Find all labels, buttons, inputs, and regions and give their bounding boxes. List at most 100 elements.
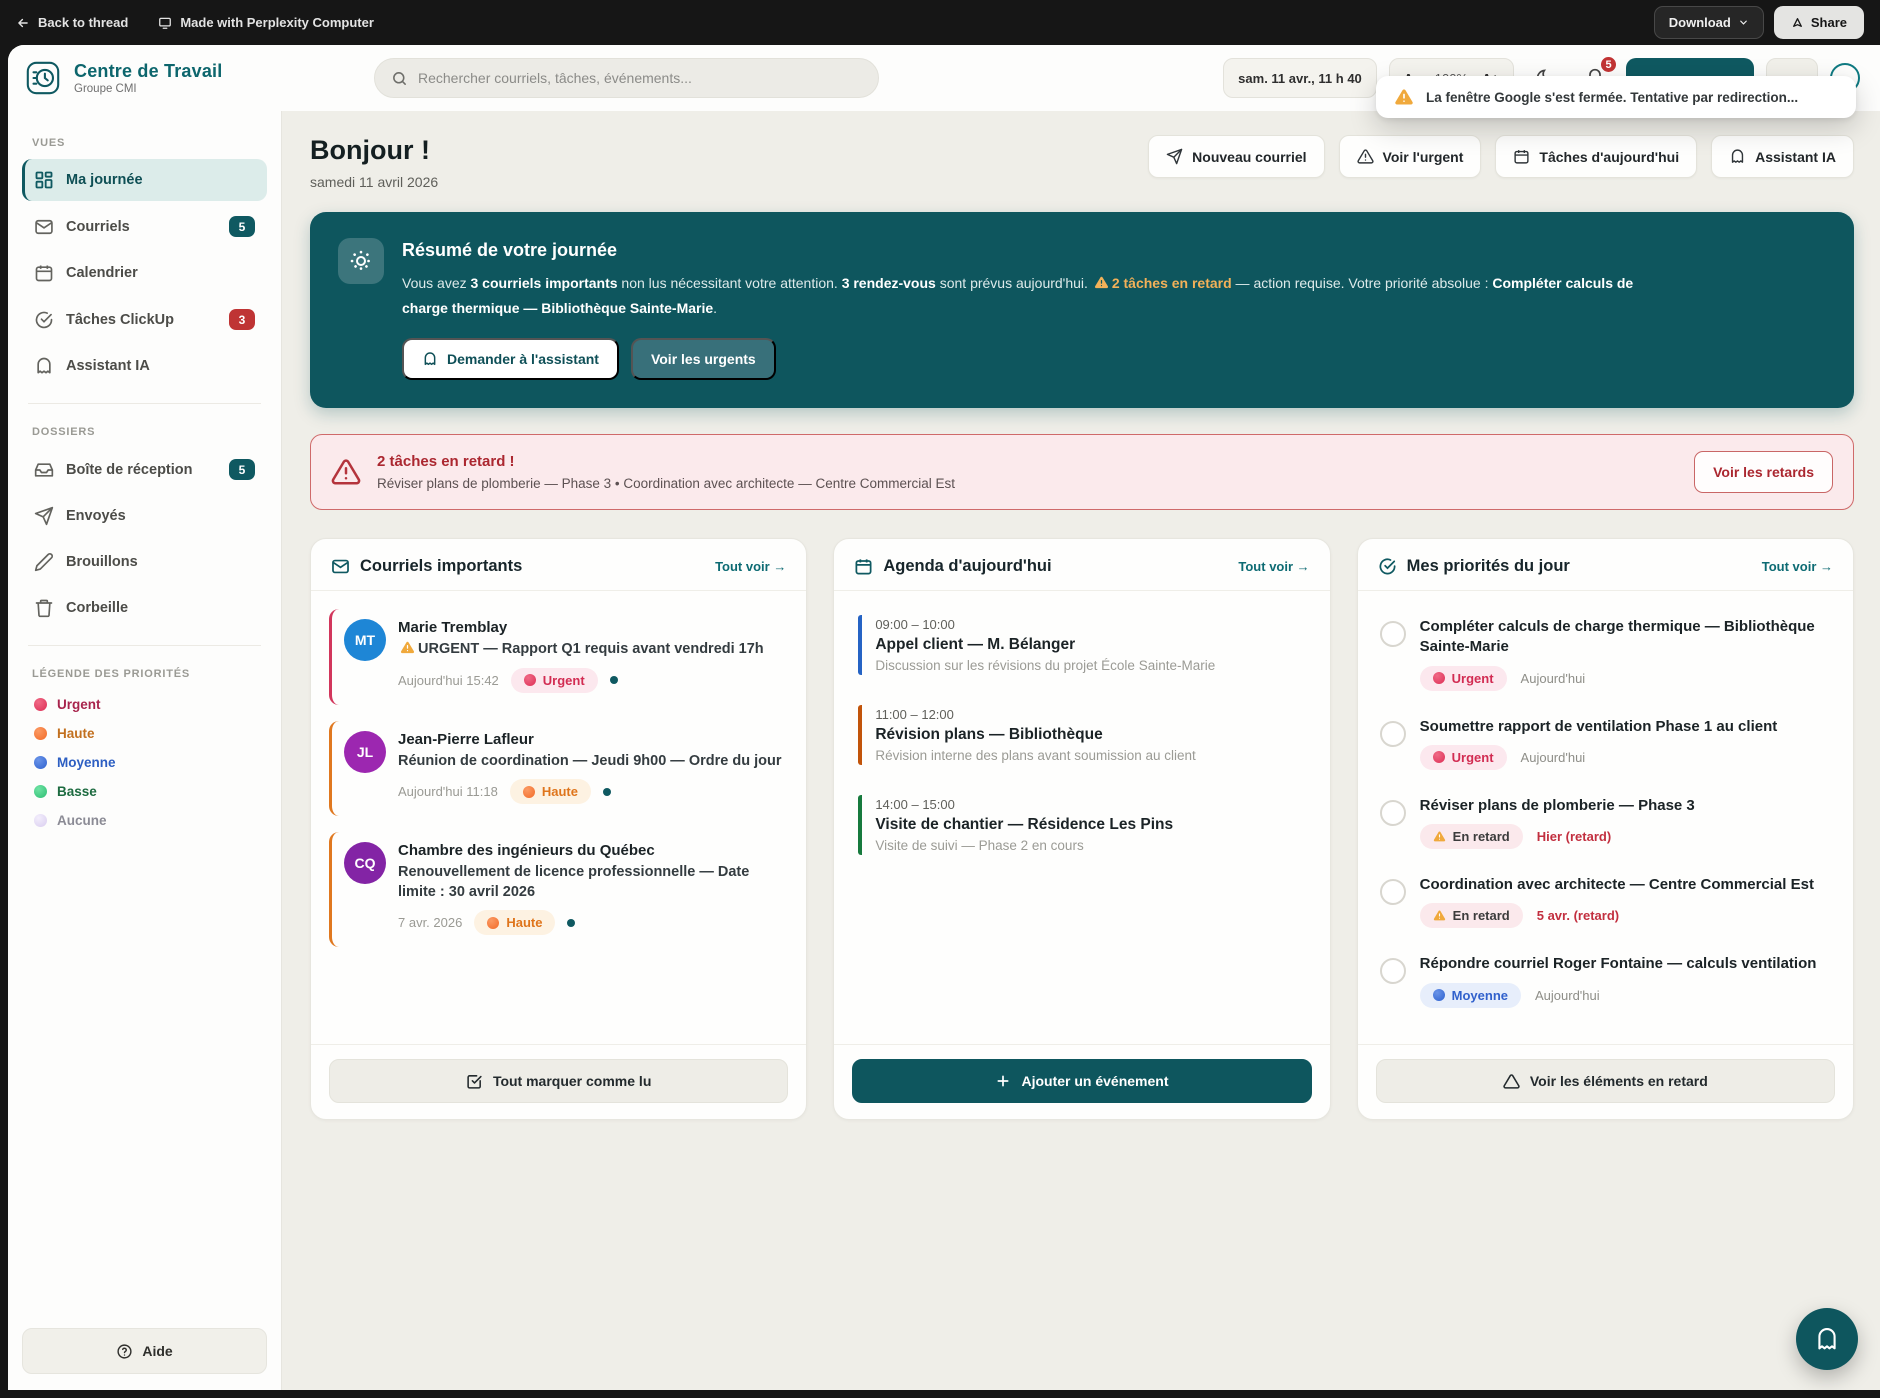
sidebar-section-dossiers: DOSSIERS bbox=[32, 426, 257, 438]
unread-dot bbox=[610, 676, 618, 684]
arrow-left-icon bbox=[16, 16, 30, 30]
priority-task: Soumettre rapport de ventilation Phase 1… bbox=[1380, 717, 1831, 770]
ask-assistant-button[interactable]: Demander à l'assistant bbox=[402, 338, 619, 380]
task-checkbox[interactable] bbox=[1380, 621, 1406, 647]
download-button[interactable]: Download bbox=[1654, 6, 1764, 39]
email-subject: Renouvellement de licence professionnell… bbox=[398, 863, 784, 902]
sidebar-item-envoyes[interactable]: Envoyés bbox=[22, 495, 267, 537]
email-sender: Chambre des ingénieurs du Québec bbox=[398, 842, 784, 859]
chevron-down-icon bbox=[1738, 17, 1749, 28]
email-item[interactable]: MT Marie Tremblay URGENT — Rapport Q1 re… bbox=[329, 609, 788, 705]
datetime-pill: sam. 11 avr., 11 h 40 bbox=[1223, 58, 1377, 98]
toast-notification[interactable]: La fenêtre Google s'est fermée. Tentativ… bbox=[1376, 76, 1856, 118]
help-button[interactable]: Aide bbox=[22, 1328, 267, 1374]
agenda-item[interactable]: 11:00 – 12:00 Révision plans — Bibliothè… bbox=[858, 705, 1305, 765]
important-emails-card: Courriels importants Tout voir → MT Mari… bbox=[310, 538, 807, 1120]
task-due: 5 avr. (retard) bbox=[1537, 908, 1619, 923]
task-checkbox[interactable] bbox=[1380, 958, 1406, 984]
agenda-see-all-link[interactable]: Tout voir → bbox=[1238, 559, 1309, 574]
sidebar-section-vues: VUES bbox=[32, 137, 257, 149]
event-time: 14:00 – 15:00 bbox=[875, 797, 1305, 812]
sidebar-section-legende: LÉGENDE DES PRIORITÉS bbox=[32, 668, 257, 680]
overdue-badge: En retard bbox=[1420, 824, 1523, 849]
warning-amber-icon bbox=[1433, 830, 1446, 843]
sidebar-item-brouillons[interactable]: Brouillons bbox=[22, 541, 267, 583]
courriels-badge: 5 bbox=[229, 216, 255, 237]
haute-dot bbox=[34, 727, 47, 740]
app-logo-icon bbox=[24, 59, 62, 97]
legend-basse: Basse bbox=[22, 777, 267, 806]
share-button[interactable]: Share bbox=[1774, 6, 1864, 39]
avatar: CQ bbox=[344, 842, 386, 884]
sidebar-item-corbeille[interactable]: Corbeille bbox=[22, 587, 267, 629]
search-input[interactable] bbox=[418, 70, 862, 86]
agenda-item[interactable]: 09:00 – 10:00 Appel client — M. Bélanger… bbox=[858, 615, 1305, 675]
legend-moyenne: Moyenne bbox=[22, 748, 267, 777]
calendar-icon bbox=[854, 557, 873, 576]
sun-icon bbox=[338, 238, 384, 284]
task-title: Compléter calculs de charge thermique — … bbox=[1420, 617, 1831, 658]
emails-card-title: Courriels importants bbox=[360, 557, 522, 576]
dashboard-grid-icon bbox=[34, 170, 54, 190]
view-overdue-items-button[interactable]: Voir les éléments en retard bbox=[1376, 1059, 1835, 1103]
event-description: Visite de suivi — Phase 2 en cours bbox=[875, 838, 1305, 853]
urgent-dot bbox=[34, 698, 47, 711]
task-title: Répondre courriel Roger Fontaine — calcu… bbox=[1420, 954, 1817, 974]
warning-amber-icon bbox=[400, 640, 415, 655]
priorities-see-all-link[interactable]: Tout voir → bbox=[1762, 559, 1833, 574]
back-to-thread-link[interactable]: Back to thread bbox=[16, 15, 128, 30]
taches-badge: 3 bbox=[229, 309, 255, 330]
app-window: Centre de Travail Groupe CMI sam. 11 avr… bbox=[8, 45, 1880, 1390]
warning-triangle-icon bbox=[1357, 148, 1374, 165]
legend-aucune: Aucune bbox=[22, 806, 267, 835]
task-title: Coordination avec architecte — Centre Co… bbox=[1420, 875, 1814, 895]
basse-dot bbox=[34, 785, 47, 798]
mail-icon bbox=[34, 217, 54, 237]
task-checkbox[interactable] bbox=[1380, 721, 1406, 747]
today-tasks-button[interactable]: Tâches d'aujourd'hui bbox=[1495, 135, 1697, 178]
avatar: MT bbox=[344, 619, 386, 661]
task-checkbox[interactable] bbox=[1380, 800, 1406, 826]
emails-see-all-link[interactable]: Tout voir → bbox=[715, 559, 786, 574]
view-overdue-button[interactable]: Voir les retards bbox=[1694, 451, 1833, 493]
view-urgent-button[interactable]: Voir l'urgent bbox=[1339, 135, 1482, 178]
triangle-icon bbox=[1503, 1073, 1520, 1090]
mark-all-read-button[interactable]: Tout marquer comme lu bbox=[329, 1059, 788, 1103]
email-item[interactable]: CQ Chambre des ingénieurs du Québec Reno… bbox=[329, 832, 788, 947]
sidebar-item-calendrier[interactable]: Calendrier bbox=[22, 252, 267, 294]
trash-icon bbox=[34, 598, 54, 618]
avatar: JL bbox=[344, 731, 386, 773]
assistant-ghost-icon bbox=[422, 351, 438, 367]
send-icon bbox=[1166, 148, 1183, 165]
legend-haute: Haute bbox=[22, 719, 267, 748]
sidebar-item-ma-journee[interactable]: Ma journée bbox=[22, 159, 267, 201]
aucune-dot bbox=[34, 814, 47, 827]
new-email-button[interactable]: Nouveau courriel bbox=[1148, 135, 1324, 178]
urgent-dot bbox=[1433, 672, 1445, 684]
priority-badge: Haute bbox=[474, 910, 555, 935]
task-due: Aujourd'hui bbox=[1521, 750, 1586, 765]
assistant-chat-fab[interactable] bbox=[1796, 1308, 1858, 1370]
overdue-badge: En retard bbox=[1420, 903, 1523, 928]
check-circle-icon bbox=[34, 310, 54, 330]
global-search[interactable] bbox=[374, 58, 879, 98]
task-title: Réviser plans de plomberie — Phase 3 bbox=[1420, 796, 1695, 816]
agenda-item[interactable]: 14:00 – 15:00 Visite de chantier — Résid… bbox=[858, 795, 1305, 855]
add-event-button[interactable]: Ajouter un événement bbox=[852, 1059, 1311, 1103]
email-item[interactable]: JL Jean-Pierre Lafleur Réunion de coordi… bbox=[329, 721, 788, 817]
sidebar-item-assistant-ia[interactable]: Assistant IA bbox=[22, 345, 267, 387]
plus-icon bbox=[995, 1073, 1011, 1089]
sidebar-item-courriels[interactable]: Courriels 5 bbox=[22, 205, 267, 248]
sidebar-item-boite-reception[interactable]: Boîte de réception 5 bbox=[22, 448, 267, 491]
task-checkbox[interactable] bbox=[1380, 879, 1406, 905]
assistant-ia-button[interactable]: Assistant IA bbox=[1711, 135, 1854, 178]
priority-task: Réviser plans de plomberie — Phase 3 En … bbox=[1380, 796, 1831, 849]
page-title: Bonjour ! bbox=[310, 135, 438, 166]
question-circle-icon bbox=[116, 1343, 133, 1360]
summary-title: Résumé de votre journée bbox=[402, 240, 1682, 261]
sidebar-item-taches-clickup[interactable]: Tâches ClickUp 3 bbox=[22, 298, 267, 341]
view-urgents-button[interactable]: Voir les urgents bbox=[631, 338, 776, 380]
today-agenda-card: Agenda d'aujourd'hui Tout voir → 09:00 –… bbox=[833, 538, 1330, 1120]
send-icon bbox=[34, 506, 54, 526]
warning-amber-icon bbox=[1094, 275, 1109, 290]
